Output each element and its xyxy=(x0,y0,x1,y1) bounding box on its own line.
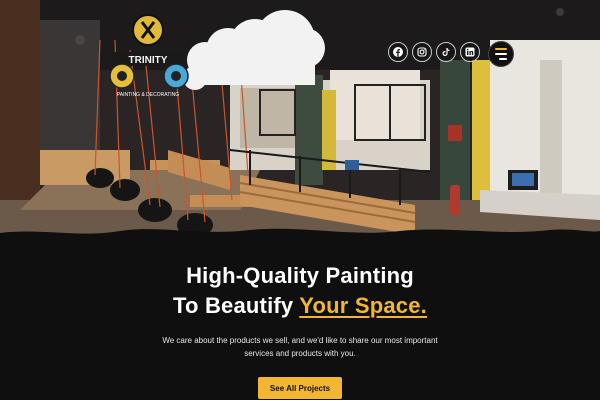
linkedin-link[interactable] xyxy=(460,42,480,62)
tiktok-icon xyxy=(442,48,450,56)
facebook-link[interactable] xyxy=(388,42,408,62)
hero-heading-line2: To Beautify Your Space. xyxy=(0,293,600,319)
instagram-link[interactable] xyxy=(412,42,432,62)
hero-background-image xyxy=(0,0,600,245)
linkedin-icon xyxy=(465,47,475,57)
hamburger-menu-icon xyxy=(495,48,507,50)
brand-name: TRINITY xyxy=(129,55,168,66)
see-all-projects-button[interactable]: See All Projects xyxy=(258,377,342,399)
hero-heading-line1: High-Quality Painting xyxy=(186,263,414,288)
brand-tagline: PAINTING & DECORATING xyxy=(117,92,179,98)
brand-logo[interactable]: TRINITY PAINTING & DECORATING xyxy=(102,10,192,102)
hero-heading-highlight: Your Space. xyxy=(299,293,427,318)
hero-content: High-Quality Painting To Beautify Your S… xyxy=(0,245,600,400)
hero-section: TRINITY PAINTING & DECORATING High-Quali… xyxy=(0,0,600,400)
hamburger-menu-button[interactable] xyxy=(488,41,514,67)
instagram-icon xyxy=(417,47,427,57)
hero-description: We care about the products we sell, and … xyxy=(162,336,438,358)
social-links xyxy=(388,42,480,62)
hero-heading-prefix: To Beautify xyxy=(172,293,300,318)
facebook-icon xyxy=(393,47,403,57)
tiktok-link[interactable] xyxy=(436,42,456,62)
